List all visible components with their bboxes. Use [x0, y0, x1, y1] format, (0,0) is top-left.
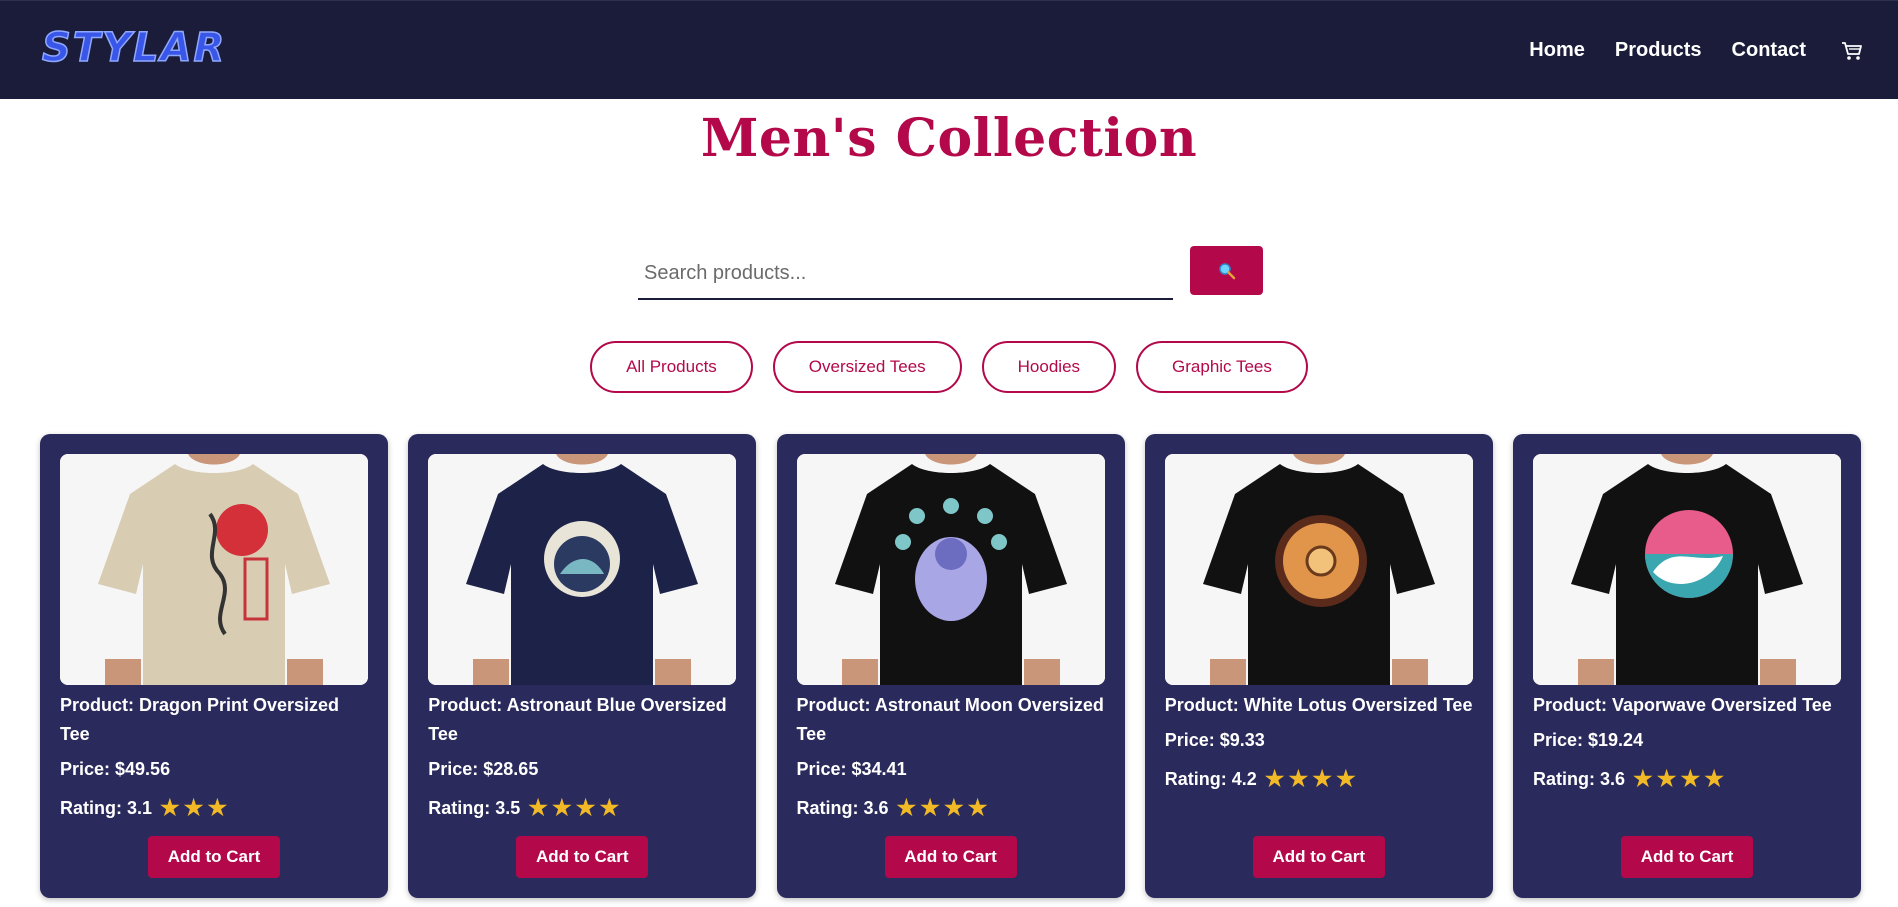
- star-rating: ★ ★ ★: [160, 797, 231, 819]
- add-to-cart-button[interactable]: Add to Cart: [516, 836, 649, 878]
- product-price: Price: $34.41: [796, 759, 907, 779]
- filter-bar: All Products Oversized Tees Hoodies Grap…: [0, 341, 1898, 393]
- star-icon: ★: [552, 795, 572, 820]
- star-rating: ★ ★ ★ ★: [528, 797, 623, 819]
- star-icon: ★: [1633, 766, 1653, 791]
- star-icon: ★: [1680, 766, 1701, 791]
- rating-label: Rating: 3.5: [428, 798, 521, 818]
- add-to-cart-button[interactable]: Add to Cart: [148, 836, 280, 878]
- product-card: Product: Astronaut Moon Oversized Tee Pr…: [776, 434, 1125, 898]
- product-price: Price: $28.65: [428, 759, 539, 779]
- product-image[interactable]: [60, 454, 368, 685]
- star-icon: ★: [1264, 766, 1285, 791]
- navbar: STYLAR Home Products Contact: [0, 0, 1898, 99]
- product-price: Price: $49.56: [60, 759, 171, 779]
- page-title: Men's Collection: [700, 108, 1198, 169]
- star-icon: ★: [896, 795, 917, 820]
- search-icon: [1218, 262, 1235, 279]
- star-icon: ★: [1656, 766, 1677, 791]
- product-rating: Rating: 3.6 ★ ★ ★ ★: [1533, 768, 1841, 790]
- rating-label: Rating: 3.1: [60, 798, 153, 818]
- star-icon: ★: [920, 795, 940, 820]
- product-card: Product: White Lotus Oversized Tee Price…: [1144, 434, 1493, 898]
- rating-label: Rating: 4.2: [1164, 769, 1257, 789]
- star-icon: ★: [1335, 766, 1356, 791]
- product-title: Product: Vaporwave Oversized Tee: [1533, 695, 1832, 715]
- product-image[interactable]: [796, 454, 1105, 685]
- filter-graphic-tees[interactable]: Graphic Tees: [1136, 341, 1308, 393]
- product-card: Product: Vaporwave Oversized Tee Price: …: [1513, 434, 1861, 898]
- star-icon: ★: [967, 795, 988, 820]
- nav-links: Home Products Contact: [1499, 1, 1864, 100]
- product-image[interactable]: [428, 454, 737, 685]
- svg-text:STYLAR: STYLAR: [42, 25, 226, 71]
- nav-link-home[interactable]: Home: [1529, 39, 1585, 62]
- product-rating: Rating: 3.1 ★ ★ ★: [60, 797, 368, 819]
- product-price: Price: $9.33: [1164, 730, 1265, 750]
- nav-link-products[interactable]: Products: [1615, 39, 1702, 62]
- product-card: Product: Dragon Print Oversized Tee Pric…: [40, 434, 388, 898]
- filter-hoodies[interactable]: Hoodies: [981, 341, 1117, 393]
- brand-logo[interactable]: STYLAR: [40, 23, 270, 71]
- product-image[interactable]: [1164, 454, 1473, 685]
- star-rating: ★ ★ ★ ★: [1633, 768, 1728, 790]
- add-to-cart-button[interactable]: Add to Cart: [1252, 836, 1385, 878]
- star-icon: ★: [207, 795, 228, 820]
- product-card: Product: Astronaut Blue Oversized Tee Pr…: [408, 434, 757, 898]
- product-rating: Rating: 4.2 ★ ★ ★ ★: [1165, 768, 1473, 790]
- nav-link-contact[interactable]: Contact: [1732, 39, 1806, 62]
- product-grid: Product: Dragon Print Oversized Tee Pric…: [40, 434, 1861, 898]
- star-icon: ★: [943, 795, 964, 820]
- star-icon: ★: [183, 795, 204, 820]
- add-to-cart-button[interactable]: Add to Cart: [1621, 836, 1753, 878]
- search-button[interactable]: [1190, 246, 1263, 295]
- add-to-cart-button[interactable]: Add to Cart: [884, 836, 1017, 878]
- product-rating: Rating: 3.5 ★ ★ ★ ★: [428, 797, 736, 819]
- search-input[interactable]: [638, 248, 1173, 300]
- star-rating: ★ ★ ★ ★: [897, 797, 992, 819]
- filter-all-products[interactable]: All Products: [590, 341, 753, 393]
- star-icon: ★: [160, 795, 180, 820]
- rating-label: Rating: 3.6: [1533, 769, 1626, 789]
- star-icon: ★: [1704, 766, 1724, 791]
- product-title: Product: Dragon Print Oversized Tee: [60, 695, 340, 744]
- cart-icon[interactable]: [1840, 40, 1864, 62]
- star-rating: ★ ★ ★ ★: [1265, 768, 1360, 790]
- star-icon: ★: [1288, 766, 1309, 791]
- filter-oversized-tees[interactable]: Oversized Tees: [772, 341, 962, 393]
- star-icon: ★: [1312, 766, 1332, 791]
- product-price: Price: $19.24: [1533, 730, 1644, 750]
- product-title: Product: Astronaut Moon Oversized Tee: [796, 695, 1104, 744]
- star-icon: ★: [575, 795, 596, 820]
- product-image[interactable]: [1533, 454, 1841, 685]
- product-title: Product: White Lotus Oversized Tee: [1164, 695, 1473, 715]
- star-icon: ★: [528, 795, 548, 820]
- star-icon: ★: [599, 795, 620, 820]
- rating-label: Rating: 3.6: [796, 798, 889, 818]
- product-rating: Rating: 3.6 ★ ★ ★ ★: [797, 797, 1105, 819]
- product-title: Product: Astronaut Blue Oversized Tee: [428, 695, 727, 744]
